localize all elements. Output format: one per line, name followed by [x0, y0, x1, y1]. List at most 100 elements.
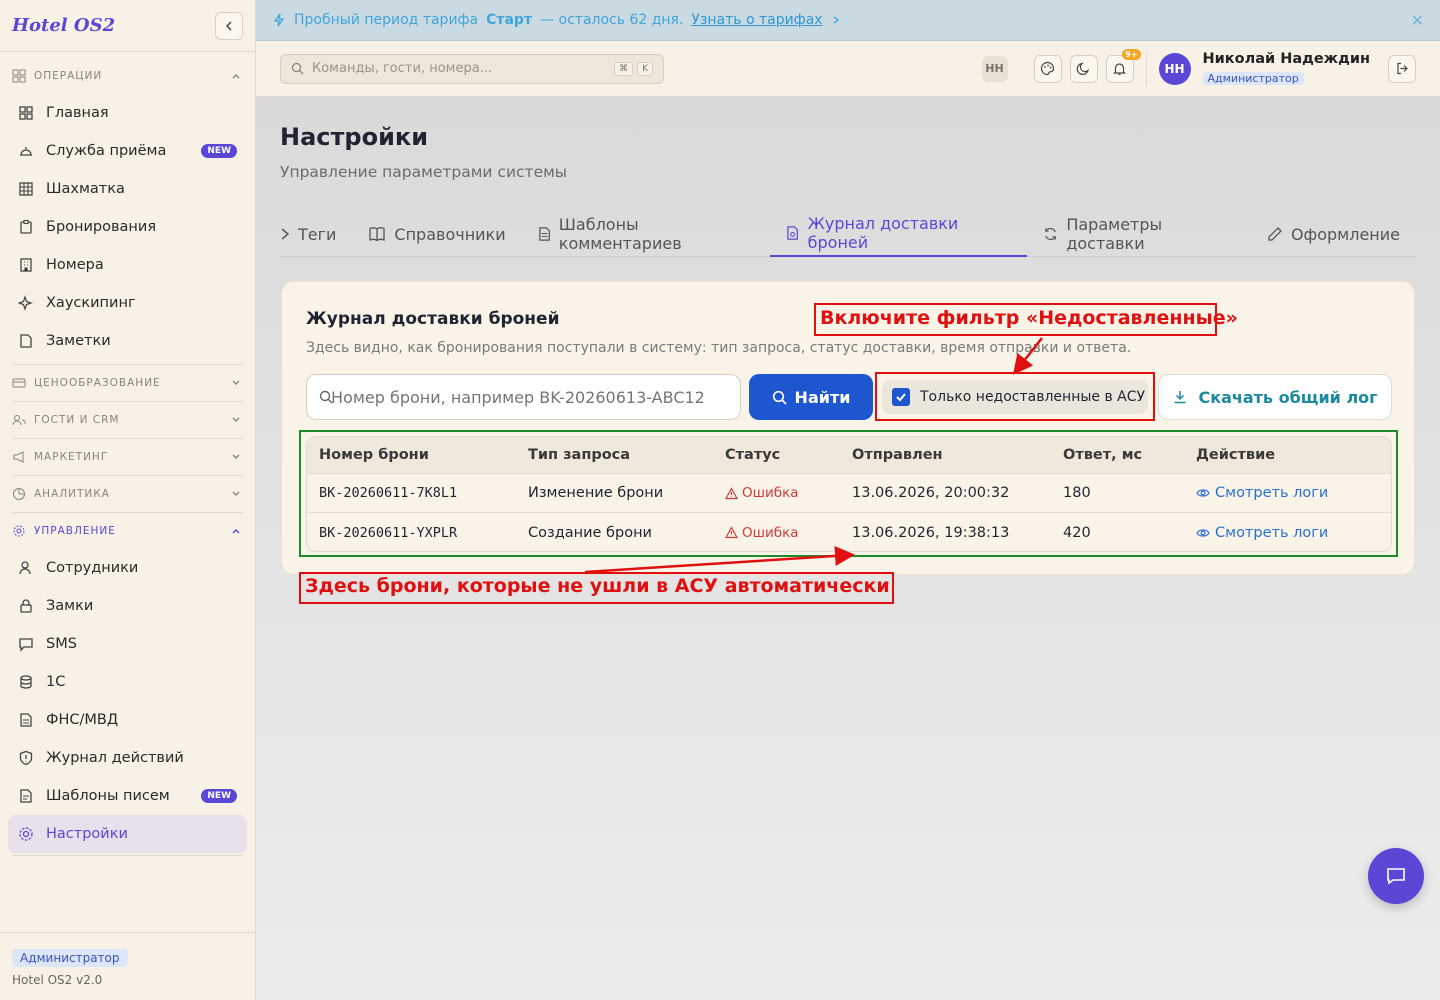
section-guests-label: ГОСТИ И CRM — [34, 414, 120, 426]
chevron-up-icon — [232, 74, 240, 79]
sidebar-header: Hotel OS2 — [0, 0, 255, 52]
chevron-left-icon — [225, 20, 232, 31]
find-button[interactable]: Найти — [749, 374, 873, 420]
search-icon — [772, 390, 787, 405]
collapse-sidebar-button[interactable] — [215, 11, 243, 40]
sidebar-item-chessboard[interactable]: Шахматка — [8, 170, 247, 208]
booking-number-field[interactable] — [331, 387, 731, 407]
booking-number-input[interactable] — [306, 374, 741, 420]
section-pricing-label: ЦЕНООБРАЗОВАНИЕ — [34, 377, 161, 389]
sidebar-item-1c[interactable]: 1С — [8, 663, 247, 701]
tab-booking-delivery-log[interactable]: Журнал доставки броней — [770, 211, 1028, 257]
logout-icon — [1396, 62, 1408, 75]
sidebar-item-label: Шаблоны писем — [46, 788, 170, 804]
chevron-down-icon — [232, 491, 240, 496]
table-grid-icon — [19, 182, 33, 196]
role-badge: Администратор — [12, 949, 128, 967]
sidebar-item-label: SMS — [46, 636, 77, 652]
sidebar-item-sms[interactable]: SMS — [8, 625, 247, 663]
annotation-table-hint: Здесь брони, которые не ушли в АСУ автом… — [305, 575, 890, 597]
theme-palette-button[interactable] — [1033, 54, 1062, 83]
annotation-filter-highlight — [875, 372, 1155, 421]
sidebar-item-label: Настройки — [46, 826, 128, 842]
building-icon — [20, 258, 32, 272]
brand-logo[interactable]: Hotel OS2 — [12, 15, 115, 36]
trial-plan: Старт — [486, 12, 533, 28]
lock-icon — [20, 599, 32, 613]
chat-icon — [1387, 868, 1405, 885]
user-name: Николай Надеждин — [1202, 51, 1371, 67]
notification-count: 9+ — [1122, 48, 1141, 60]
avatar[interactable]: НН — [1158, 52, 1191, 85]
sidebar-item-settings[interactable]: Настройки — [8, 815, 247, 853]
section-guests[interactable]: ГОСТИ И CRM — [0, 402, 255, 438]
chevron-down-icon — [232, 380, 240, 385]
sidebar-item-locks[interactable]: Замки — [8, 587, 247, 625]
download-icon — [1174, 391, 1186, 404]
topbar-actions: НН 9+ НН Николай Надеждин Администратор — [981, 48, 1416, 87]
kbd-cmd: ⌘ — [614, 61, 634, 76]
card-icon — [12, 378, 26, 388]
initials-chip[interactable]: НН — [981, 55, 1008, 82]
tab-appearance[interactable]: Оформление — [1251, 211, 1416, 257]
section-pricing[interactable]: ЦЕНООБРАЗОВАНИЕ — [0, 365, 255, 401]
notifications-button[interactable]: 9+ — [1105, 48, 1141, 83]
download-log-button[interactable]: Скачать общий лог — [1158, 374, 1392, 420]
pricing-link[interactable]: Узнать о тарифах — [691, 12, 822, 28]
tab-comment-templates[interactable]: Шаблоны комментариев — [522, 211, 771, 257]
section-operations[interactable]: ОПЕРАЦИИ — [0, 58, 255, 94]
tab-label: Оформление — [1290, 224, 1400, 244]
clipboard-icon — [20, 219, 32, 234]
section-analytics-label: АНАЛИТИКА — [34, 488, 110, 500]
download-log-label: Скачать общий лог — [1198, 387, 1378, 407]
section-marketing[interactable]: МАРКЕТИНГ — [0, 439, 255, 475]
sidebar-item-notes[interactable]: Заметки — [8, 322, 247, 360]
dashboard-icon — [19, 106, 33, 120]
logout-button[interactable] — [1388, 54, 1416, 83]
message-icon — [19, 638, 33, 652]
sidebar-item-label: 1С — [46, 674, 66, 690]
pie-chart-icon — [13, 488, 25, 500]
section-analytics[interactable]: АНАЛИТИКА — [0, 476, 255, 512]
chevron-down-icon — [232, 417, 240, 422]
user-icon — [19, 561, 31, 575]
search-icon — [291, 62, 304, 75]
trial-text: Пробный период тарифа — [294, 12, 479, 28]
sidebar-item-label: Заметки — [46, 333, 111, 349]
sidebar-item-label: Главная — [46, 105, 109, 121]
settings-tabs: Теги Справочники Шаблоны комментариев Жу… — [280, 211, 1416, 257]
tab-directories[interactable]: Справочники — [352, 211, 521, 257]
sidebar-item-rooms[interactable]: Номера — [8, 246, 247, 284]
database-icon — [20, 675, 32, 689]
grid-icon — [12, 69, 26, 83]
user-info[interactable]: Николай Надеждин Администратор — [1202, 51, 1371, 86]
user-role-badge: Администратор — [1202, 72, 1304, 85]
tab-delivery-params[interactable]: Параметры доставки — [1027, 211, 1251, 257]
book-icon — [369, 227, 386, 242]
dark-mode-button[interactable] — [1069, 54, 1098, 83]
sidebar-item-audit-log[interactable]: Журнал действий — [8, 739, 247, 777]
divider — [1145, 50, 1147, 87]
sidebar-item-front-desk[interactable]: Служба приёма NEW — [8, 132, 247, 170]
chevron-right-icon — [833, 16, 839, 24]
concierge-bell-icon — [20, 147, 32, 156]
sidebar-item-home[interactable]: Главная — [8, 94, 247, 132]
sidebar-footer: Администратор Hotel OS2 v2.0 — [0, 932, 255, 1000]
sidebar-item-email-templates[interactable]: Шаблоны писем NEW — [8, 777, 247, 815]
topbar: Команды, гости, номера... ⌘ K НН 9+ НН Ни… — [256, 41, 1440, 97]
sidebar-item-label: Номера — [46, 257, 104, 273]
section-management[interactable]: УПРАВЛЕНИЕ — [0, 513, 255, 549]
card-description: Здесь видно, как бронирования поступали … — [306, 340, 1132, 356]
tab-label: Шаблоны комментариев — [558, 215, 682, 253]
sidebar-item-fns[interactable]: ФНС/МВД — [8, 701, 247, 739]
sidebar-item-housekeeping[interactable]: Хаускипинг — [8, 284, 247, 322]
tab-tags[interactable]: Теги — [280, 211, 352, 257]
sidebar-item-bookings[interactable]: Бронирования — [8, 208, 247, 246]
chat-button[interactable] — [1368, 848, 1424, 904]
sidebar-item-staff[interactable]: Сотрудники — [8, 549, 247, 587]
pencil-icon — [1268, 227, 1282, 241]
close-banner-button[interactable]: ✕ — [1411, 11, 1424, 30]
sidebar: Hotel OS2 ОПЕРАЦИИ Главная Служба приёма… — [0, 0, 256, 1000]
command-search-input[interactable]: Команды, гости, номера... ⌘ K — [280, 53, 664, 84]
kbd-k: K — [637, 61, 653, 76]
